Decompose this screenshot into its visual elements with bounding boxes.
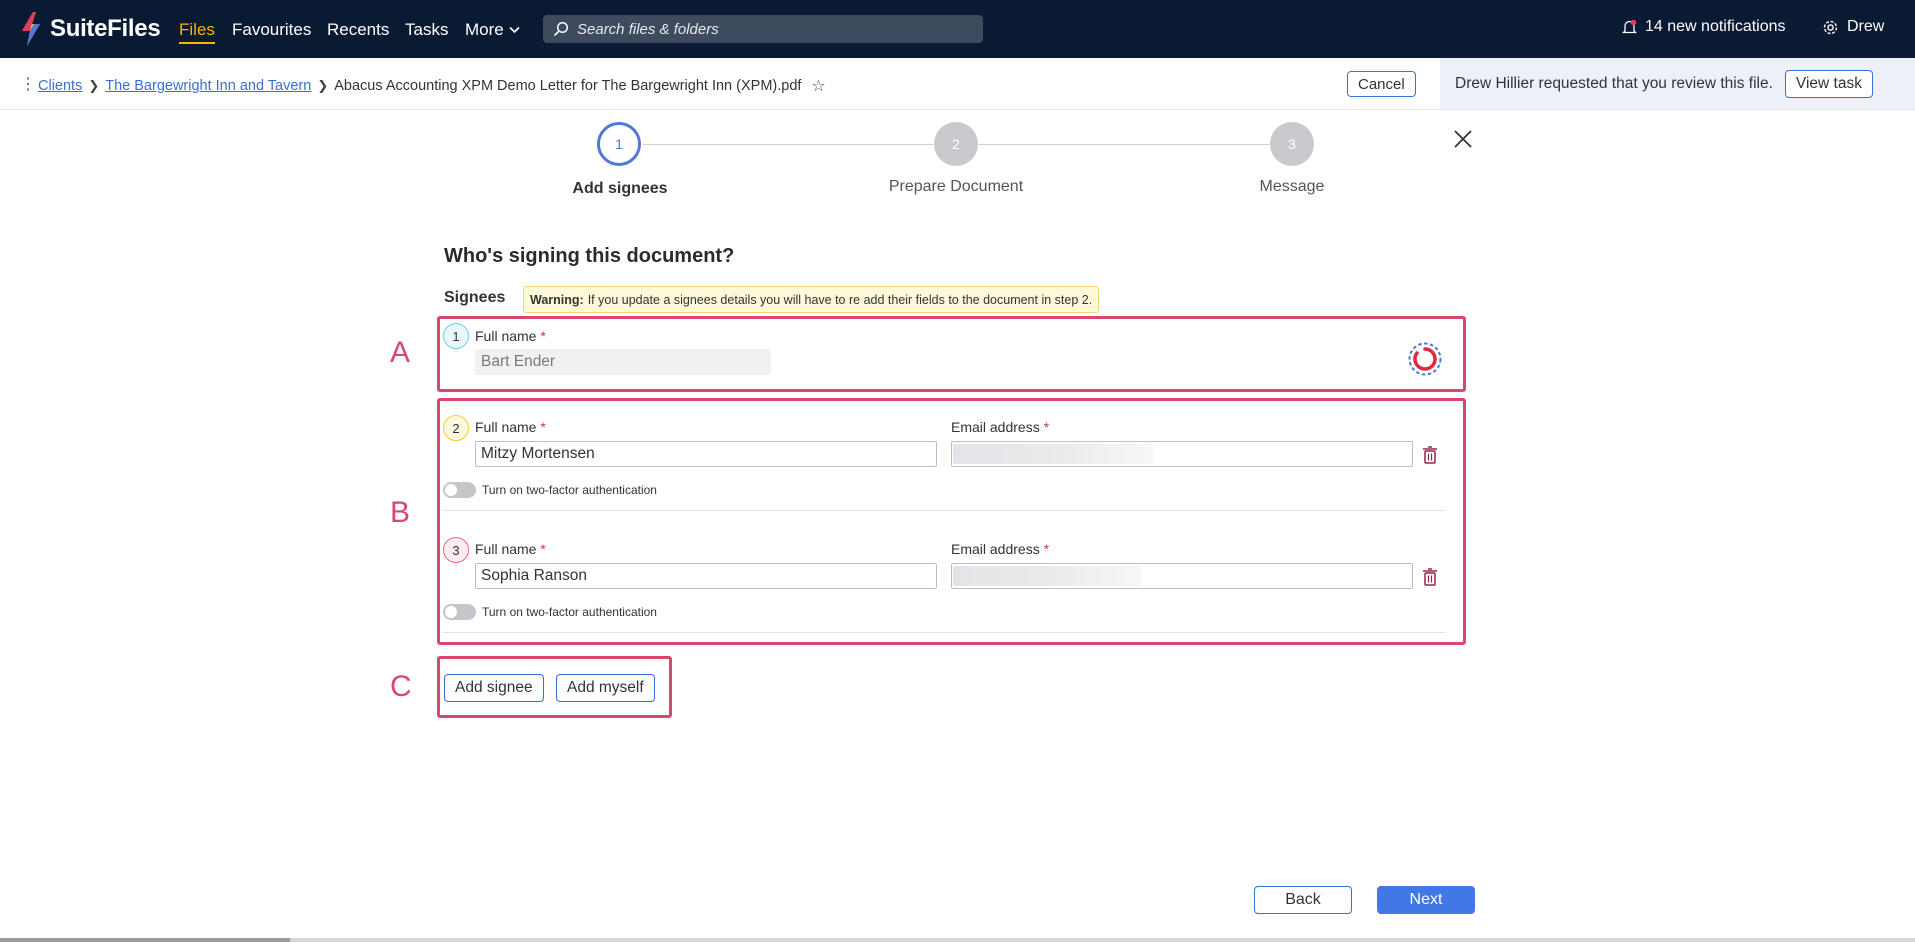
horizontal-scrollbar[interactable] (0, 938, 1915, 942)
step-3-number: 3 (1288, 136, 1296, 152)
signee-1-full-name-label: Full name * (475, 328, 546, 344)
next-button[interactable]: Next (1377, 886, 1475, 914)
signee-1-full-name-input (475, 349, 771, 375)
required-marker: * (1043, 541, 1050, 557)
review-request-message: Drew Hillier requested that you review t… (1455, 74, 1773, 92)
review-request-panel: Drew Hillier requested that you review t… (1440, 58, 1915, 109)
signee-3-full-name-label: Full name * (475, 541, 546, 557)
chevron-right-icon: ❯ (317, 78, 329, 93)
breadcrumb-current-file: Abacus Accounting XPM Demo Letter for Th… (334, 78, 802, 94)
nav-more-label: More (465, 20, 504, 39)
step-2-number: 2 (952, 136, 960, 152)
step-1-number: 1 (615, 136, 623, 152)
nav-recents[interactable]: Recents (327, 20, 389, 40)
breadcrumb-bar: ⋮ Clients ❯ The Bargewright Inn and Tave… (0, 58, 1915, 110)
signee-3-two-factor-toggle[interactable] (443, 604, 476, 620)
search-box[interactable] (543, 15, 983, 43)
app-name: SuiteFiles (50, 15, 161, 42)
search-input[interactable] (577, 20, 957, 38)
step-3-indicator: 3 (1270, 122, 1314, 166)
breadcrumb: Clients ❯ The Bargewright Inn and Tavern… (38, 76, 826, 96)
full-name-label-text: Full name (475, 541, 537, 557)
delete-signee-3-trash-icon[interactable] (1422, 568, 1438, 586)
step-2-label: Prepare Document (888, 178, 1024, 195)
lightning-logo-icon (22, 12, 40, 46)
warning-text: If you update a signees details you will… (587, 292, 1093, 307)
search-icon (553, 21, 569, 37)
signee-2-email-label: Email address * (951, 419, 1049, 435)
signee-3-email-label: Email address * (951, 541, 1049, 557)
user-menu[interactable]: Drew (1822, 18, 1884, 36)
favourite-star-icon[interactable]: ☆ (811, 76, 825, 96)
signee-3-number: 3 (452, 542, 460, 558)
signee-2-full-name-input[interactable] (475, 441, 937, 467)
step-2-indicator: 2 (934, 122, 978, 166)
required-marker: * (1043, 419, 1050, 435)
required-marker: * (540, 328, 546, 344)
signee-warning-banner: Warning: If you update a signees details… (523, 286, 1100, 313)
chevron-down-icon (509, 26, 520, 34)
signee-2-two-factor-toggle[interactable] (443, 482, 476, 498)
top-navigation-bar: SuiteFiles Files Favourites Recents Task… (0, 0, 1915, 58)
delete-signee-2-trash-icon[interactable] (1422, 446, 1438, 464)
step-3-label: Message (1259, 178, 1325, 195)
cancel-button[interactable]: Cancel (1347, 71, 1416, 97)
nav-favourites[interactable]: Favourites (232, 20, 311, 40)
step-1-label: Add signees (572, 180, 668, 197)
warning-label: Warning: (530, 292, 584, 307)
nav-files[interactable]: Files (179, 20, 215, 44)
annotation-label-c: C (390, 670, 412, 703)
user-name: Drew (1847, 18, 1885, 35)
redacted-email-blur (953, 566, 1141, 586)
signees-heading: Signees (444, 289, 506, 306)
suitefiles-logo[interactable]: SuiteFiles (18, 10, 161, 48)
annotation-label-b: B (390, 496, 411, 529)
page-title: Who's signing this document? (444, 245, 735, 267)
annotation-label-a: A (390, 336, 411, 369)
add-myself-button[interactable]: Add myself (556, 674, 655, 702)
gear-icon (1823, 20, 1838, 34)
signee-3-two-factor-label: Turn on two-factor authentication (482, 605, 657, 619)
signee-divider (443, 632, 1445, 633)
close-icon[interactable] (1452, 128, 1474, 150)
signee-2-two-factor-label: Turn on two-factor authentication (482, 483, 657, 497)
nav-tasks[interactable]: Tasks (405, 20, 448, 40)
kebab-menu-icon[interactable]: ⋮ (20, 74, 36, 94)
breadcrumb-client[interactable]: The Bargewright Inn and Tavern (105, 78, 311, 94)
signee-2-number-badge: 2 (443, 415, 469, 441)
step-1-indicator: 1 (597, 122, 641, 166)
chevron-right-icon: ❯ (88, 78, 100, 93)
required-marker: * (540, 541, 546, 557)
view-task-button[interactable]: View task (1784, 69, 1873, 98)
email-label-text: Email address (951, 541, 1040, 557)
loading-spinner-icon (1408, 342, 1442, 376)
full-name-label-text: Full name (475, 419, 537, 435)
required-marker: * (540, 419, 546, 435)
stepper-connector (643, 144, 936, 145)
signee-divider (443, 510, 1445, 511)
signee-1-number: 1 (452, 328, 460, 344)
full-name-label-text: Full name (475, 328, 537, 344)
back-button[interactable]: Back (1254, 886, 1352, 914)
notifications-label: 14 new notifications (1645, 18, 1786, 35)
bell-icon (1622, 19, 1637, 34)
signee-3-number-badge: 3 (443, 537, 469, 563)
signee-2-full-name-label: Full name * (475, 419, 546, 435)
redacted-email-blur (953, 444, 1153, 464)
add-signee-button[interactable]: Add signee (444, 674, 544, 702)
stepper-connector (978, 144, 1271, 145)
nav-more[interactable]: More (465, 20, 520, 40)
signee-2-number: 2 (452, 420, 460, 436)
email-label-text: Email address (951, 419, 1040, 435)
signee-1-number-badge: 1 (443, 323, 469, 349)
breadcrumb-clients[interactable]: Clients (38, 78, 82, 94)
notifications-button[interactable]: 14 new notifications (1622, 18, 1786, 36)
signee-3-full-name-input[interactable] (475, 563, 937, 589)
